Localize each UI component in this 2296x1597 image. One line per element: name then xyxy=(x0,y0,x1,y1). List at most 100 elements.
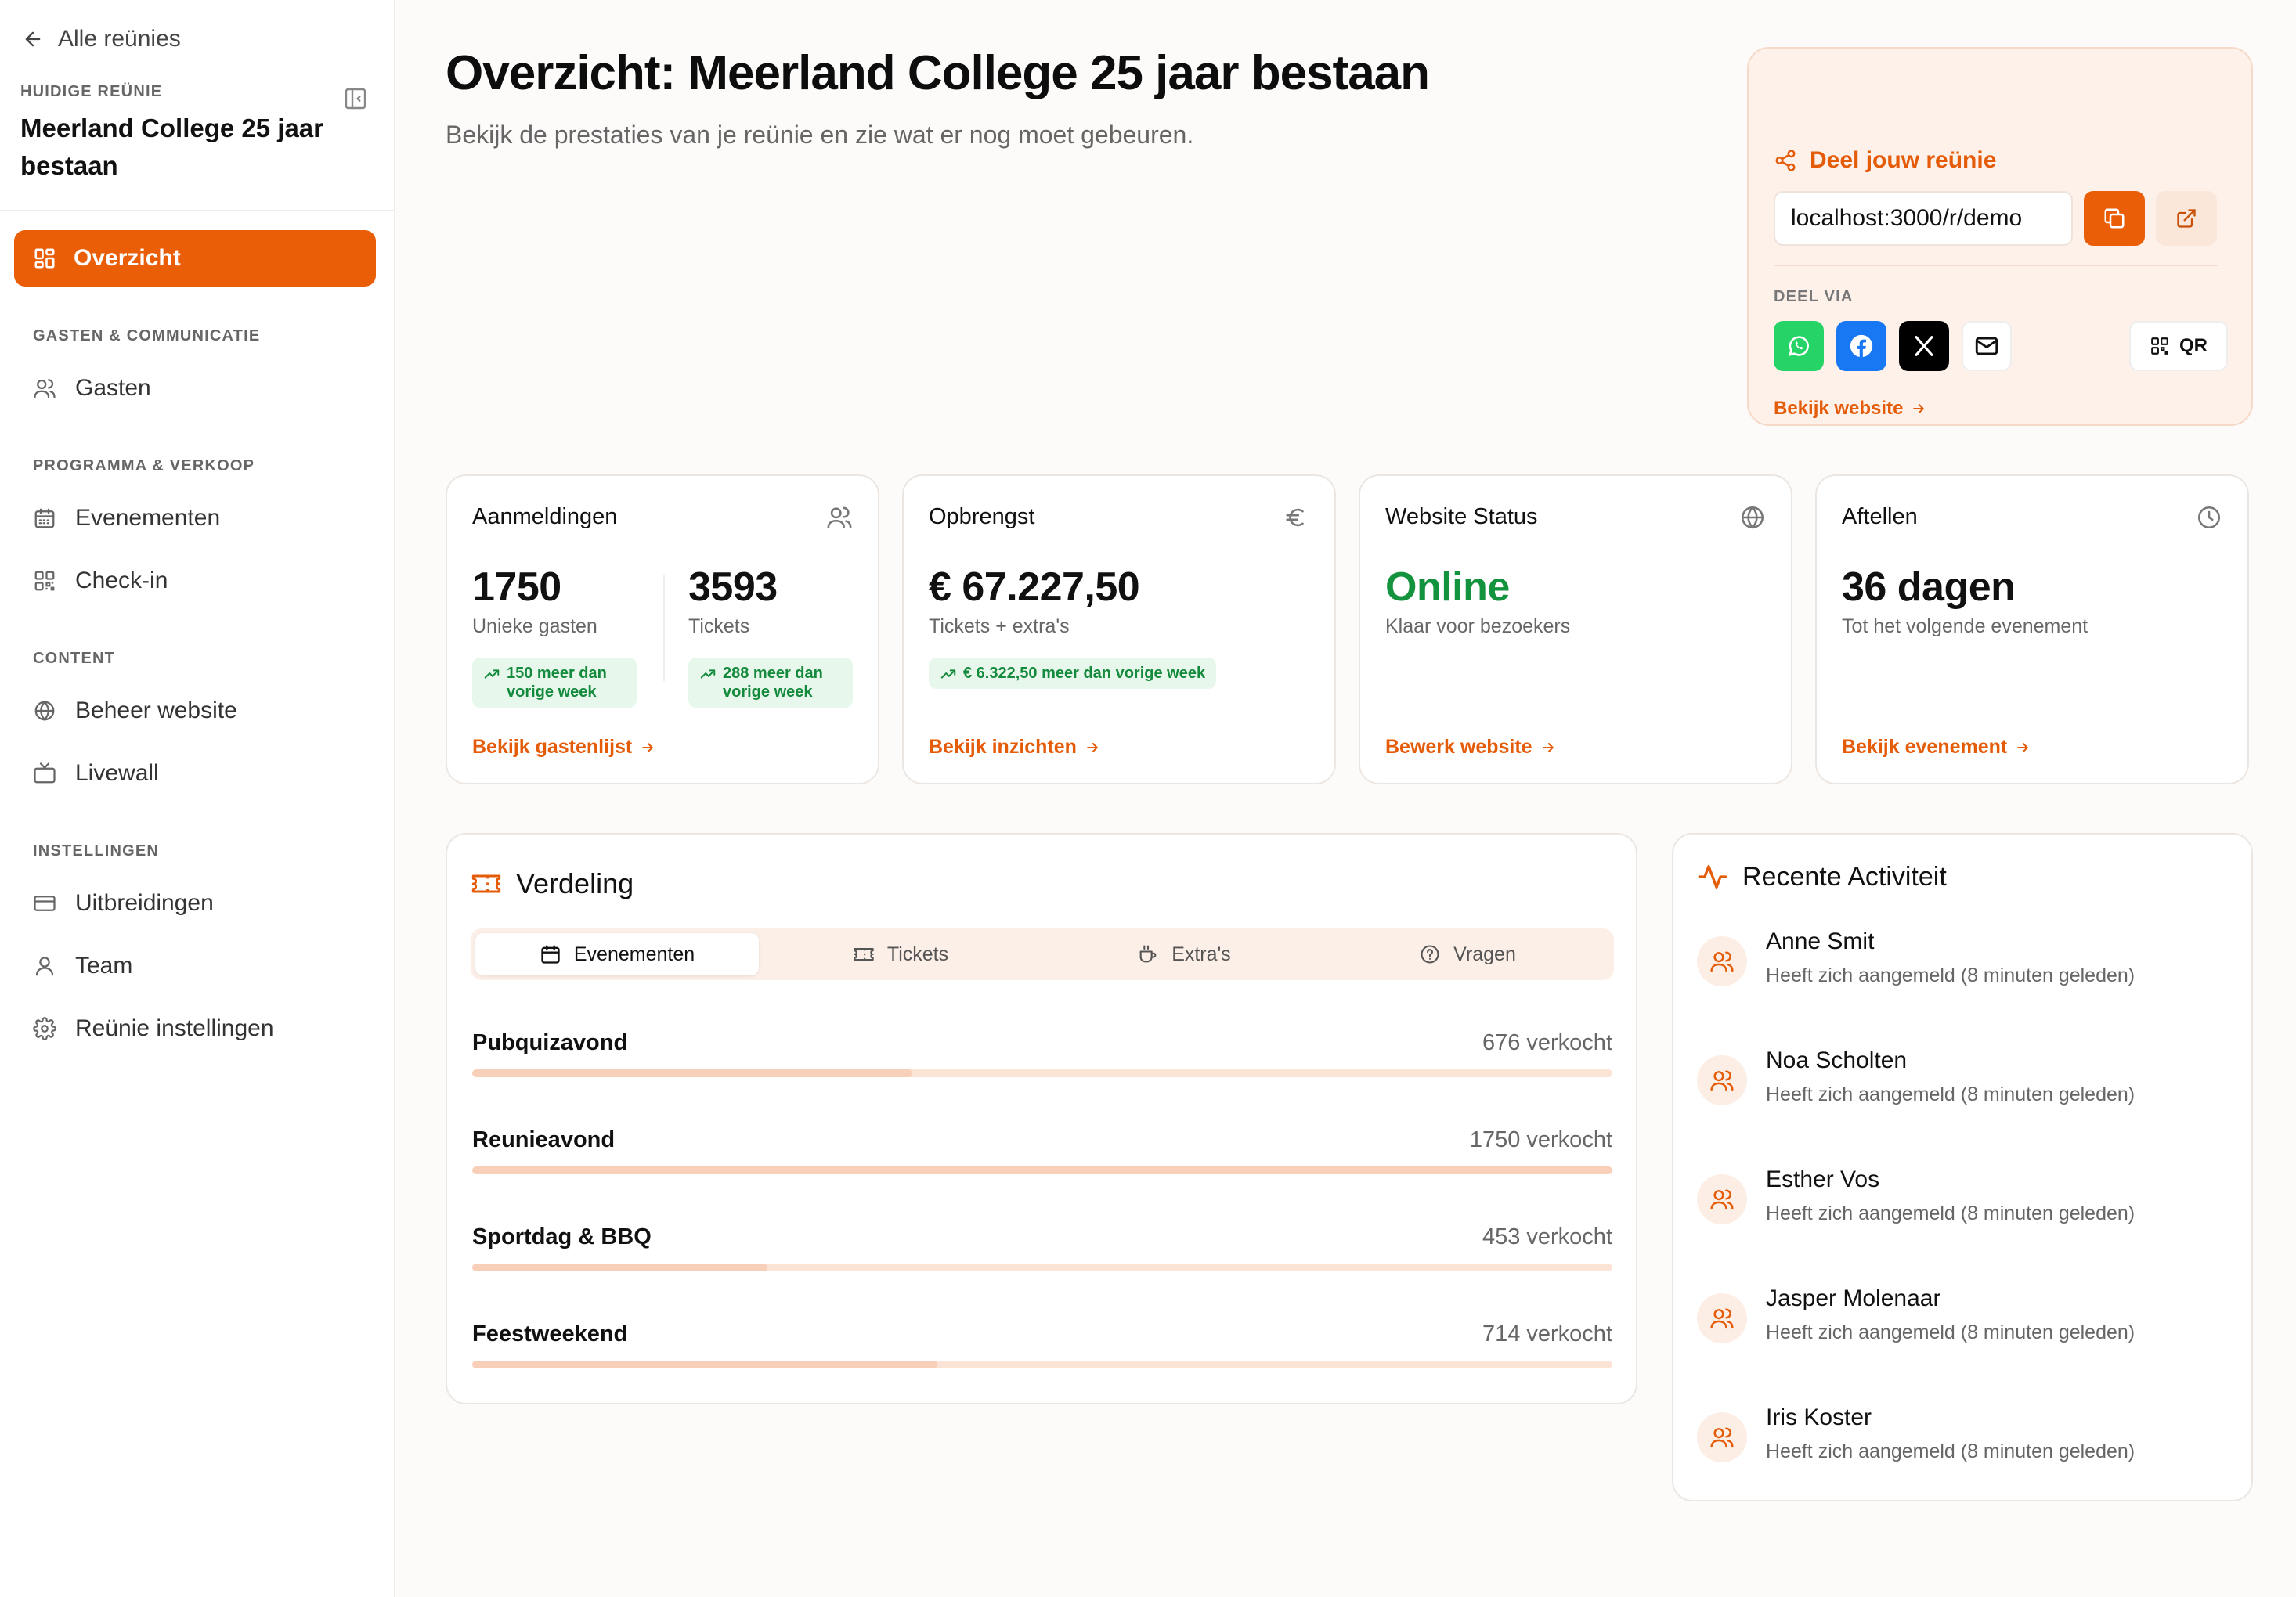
share-url-input[interactable] xyxy=(1774,191,2073,246)
activity-item[interactable]: Esther Vos Heeft zich aangemeld (8 minut… xyxy=(1697,1166,2229,1245)
users-icon xyxy=(827,506,852,529)
activity-item[interactable]: Noa Scholten Heeft zich aangemeld (8 min… xyxy=(1697,1047,2229,1126)
sidebar-item-gasten[interactable]: Gasten xyxy=(33,370,151,407)
current-reunion-name: Meerland College 25 jaar bestaan xyxy=(20,114,323,180)
sidebar-item-evenementen[interactable]: Evenementen xyxy=(33,499,220,537)
activity-avatar xyxy=(1697,1055,1747,1105)
nav-section-gasten: GASTEN & COMMUNICATIE xyxy=(33,327,261,344)
activity-avatar xyxy=(1697,936,1747,986)
revenue-trend-text: € 6.322,50 meer dan vorige week xyxy=(963,665,1206,682)
current-reunion-label: HUIDIGE REÜNIE xyxy=(20,83,163,100)
activity-name: Jasper Molenaar xyxy=(1766,1285,1941,1311)
distribution-row-name: Reunieavond xyxy=(472,1127,616,1152)
sidebar-item-reunie-instellingen[interactable]: Reünie instellingen xyxy=(33,1010,274,1047)
stat-card-aanmeldingen: Aanmeldingen 1750 Unieke gasten 150 meer… xyxy=(446,474,879,784)
sidebar-item-label: Evenementen xyxy=(75,505,221,531)
tab-evenementen[interactable]: Evenementen xyxy=(475,933,759,975)
stat-separator xyxy=(663,575,665,681)
share-title: Deel jouw reünie xyxy=(1810,147,1997,173)
arrow-right-icon xyxy=(642,742,654,752)
activity-item[interactable]: Jasper Molenaar Heeft zich aangemeld (8 … xyxy=(1697,1285,2229,1364)
activity-item[interactable]: Iris Koster Heeft zich aangemeld (8 minu… xyxy=(1697,1404,2229,1483)
help-circle-icon xyxy=(1421,945,1439,964)
qr-code-icon xyxy=(34,571,55,591)
sidebar-item-overzicht[interactable]: Overzicht xyxy=(14,230,376,287)
sidebar-collapse-icon[interactable] xyxy=(343,86,368,111)
stat-title: Aanmeldingen xyxy=(472,504,618,529)
whatsapp-share-button[interactable] xyxy=(1774,321,1824,371)
external-link-icon xyxy=(2177,209,2196,228)
users-icon xyxy=(1710,951,1734,972)
activity-description: Heeft zich aangemeld (8 minuten geleden) xyxy=(1766,964,2135,986)
sidebar-item-label: Uitbreidingen xyxy=(75,890,214,916)
tab-extras[interactable]: Extra's xyxy=(1042,933,1326,975)
calendar-icon xyxy=(34,508,55,528)
activity-name: Noa Scholten xyxy=(1766,1047,1908,1073)
sidebar-item-beheer-website[interactable]: Beheer website xyxy=(33,692,237,730)
tab-label: Extra's xyxy=(1171,943,1231,965)
credit-card-icon xyxy=(34,896,56,911)
sidebar-item-check-in[interactable]: Check-in xyxy=(33,562,168,600)
distribution-row-value: 1750 verkocht xyxy=(1469,1127,1612,1152)
activity-item[interactable]: Anne Smit Heeft zich aangemeld (8 minute… xyxy=(1697,928,2229,1007)
trend-up-icon xyxy=(700,669,716,679)
users-icon xyxy=(1710,1189,1734,1210)
open-website-button[interactable] xyxy=(2156,191,2217,246)
ticket-icon xyxy=(854,947,874,961)
email-share-button[interactable] xyxy=(1962,321,2012,371)
distribution-row-value: 714 verkocht xyxy=(1482,1321,1612,1346)
activity-name: Anne Smit xyxy=(1766,928,1875,954)
user-icon xyxy=(35,957,54,976)
view-guest-list-link[interactable]: Bekijk gastenlijst xyxy=(472,736,655,759)
edit-website-link[interactable]: Bewerk website xyxy=(1385,736,1556,759)
sidebar-item-livewall[interactable]: Livewall xyxy=(33,755,159,792)
x-share-button[interactable] xyxy=(1899,321,1949,371)
tickets-label: Tickets xyxy=(688,615,750,637)
stat-card-website-status: Website Status Online Klaar voor bezoeke… xyxy=(1359,474,1792,784)
view-event-link[interactable]: Bekijk evenement xyxy=(1842,736,2031,759)
tickets-trend-text: 288 meer dan vorige week xyxy=(723,665,823,701)
share-divider xyxy=(1774,265,2218,266)
stat-link-label: Bekijk inzichten xyxy=(929,736,1077,758)
activity-description: Heeft zich aangemeld (8 minuten geleden) xyxy=(1766,1083,2135,1105)
distribution-tabs: Evenementen Tickets Extra's Vragen xyxy=(471,928,1614,980)
copy-url-button[interactable] xyxy=(2084,191,2145,246)
tickets-trend-badge: 288 meer dan vorige week xyxy=(688,658,853,708)
sidebar-item-team[interactable]: Team xyxy=(33,947,132,985)
globe-icon xyxy=(34,701,55,721)
sidebar-item-label: Team xyxy=(75,953,133,979)
view-insights-link[interactable]: Bekijk inzichten xyxy=(929,736,1100,759)
activity-avatar xyxy=(1697,1174,1747,1224)
countdown-value: 36 dagen xyxy=(1842,564,2016,610)
activity-pulse-icon xyxy=(1698,865,1727,889)
distribution-row-name: Sportdag & BBQ xyxy=(472,1224,652,1249)
facebook-share-button[interactable] xyxy=(1836,321,1886,371)
view-website-link[interactable]: Bekijk website xyxy=(1774,398,1926,420)
tab-vragen[interactable]: Vragen xyxy=(1326,933,1609,975)
revenue-label: Tickets + extra's xyxy=(929,615,1070,637)
activity-name: Esther Vos xyxy=(1766,1166,1880,1192)
distribution-bar-fill xyxy=(472,1166,1612,1174)
tab-tickets[interactable]: Tickets xyxy=(759,933,1042,975)
activity-avatar xyxy=(1697,1293,1747,1343)
gear-icon xyxy=(33,1017,56,1040)
mail-icon xyxy=(1975,337,1998,355)
unique-guests-value: 1750 xyxy=(472,564,561,610)
sidebar-item-label: Check-in xyxy=(75,568,168,593)
distribution-card: Verdeling Evenementen Tickets Extra's Vr… xyxy=(446,833,1637,1404)
ticket-icon xyxy=(471,874,501,893)
activity-description: Heeft zich aangemeld (8 minuten geleden) xyxy=(1766,1440,2135,1462)
distribution-row-name: Feestweekend xyxy=(472,1321,628,1346)
coffee-cup-icon xyxy=(1139,945,1157,963)
qr-code-button[interactable]: QR xyxy=(2129,321,2228,371)
back-to-all-reunions-link[interactable]: Alle reünies xyxy=(22,23,181,55)
sidebar-item-uitbreidingen[interactable]: Uitbreidingen xyxy=(33,885,214,922)
activity-avatar xyxy=(1697,1412,1747,1462)
whatsapp-icon xyxy=(1789,336,1809,356)
share-via-label: DEEL VIA xyxy=(1774,288,1854,305)
sidebar-item-label: Livewall xyxy=(75,760,159,786)
tv-icon xyxy=(34,762,56,784)
view-website-label: Bekijk website xyxy=(1774,398,1904,419)
guests-trend-text: 150 meer dan vorige week xyxy=(507,665,607,701)
distribution-bar-fill xyxy=(472,1264,767,1271)
